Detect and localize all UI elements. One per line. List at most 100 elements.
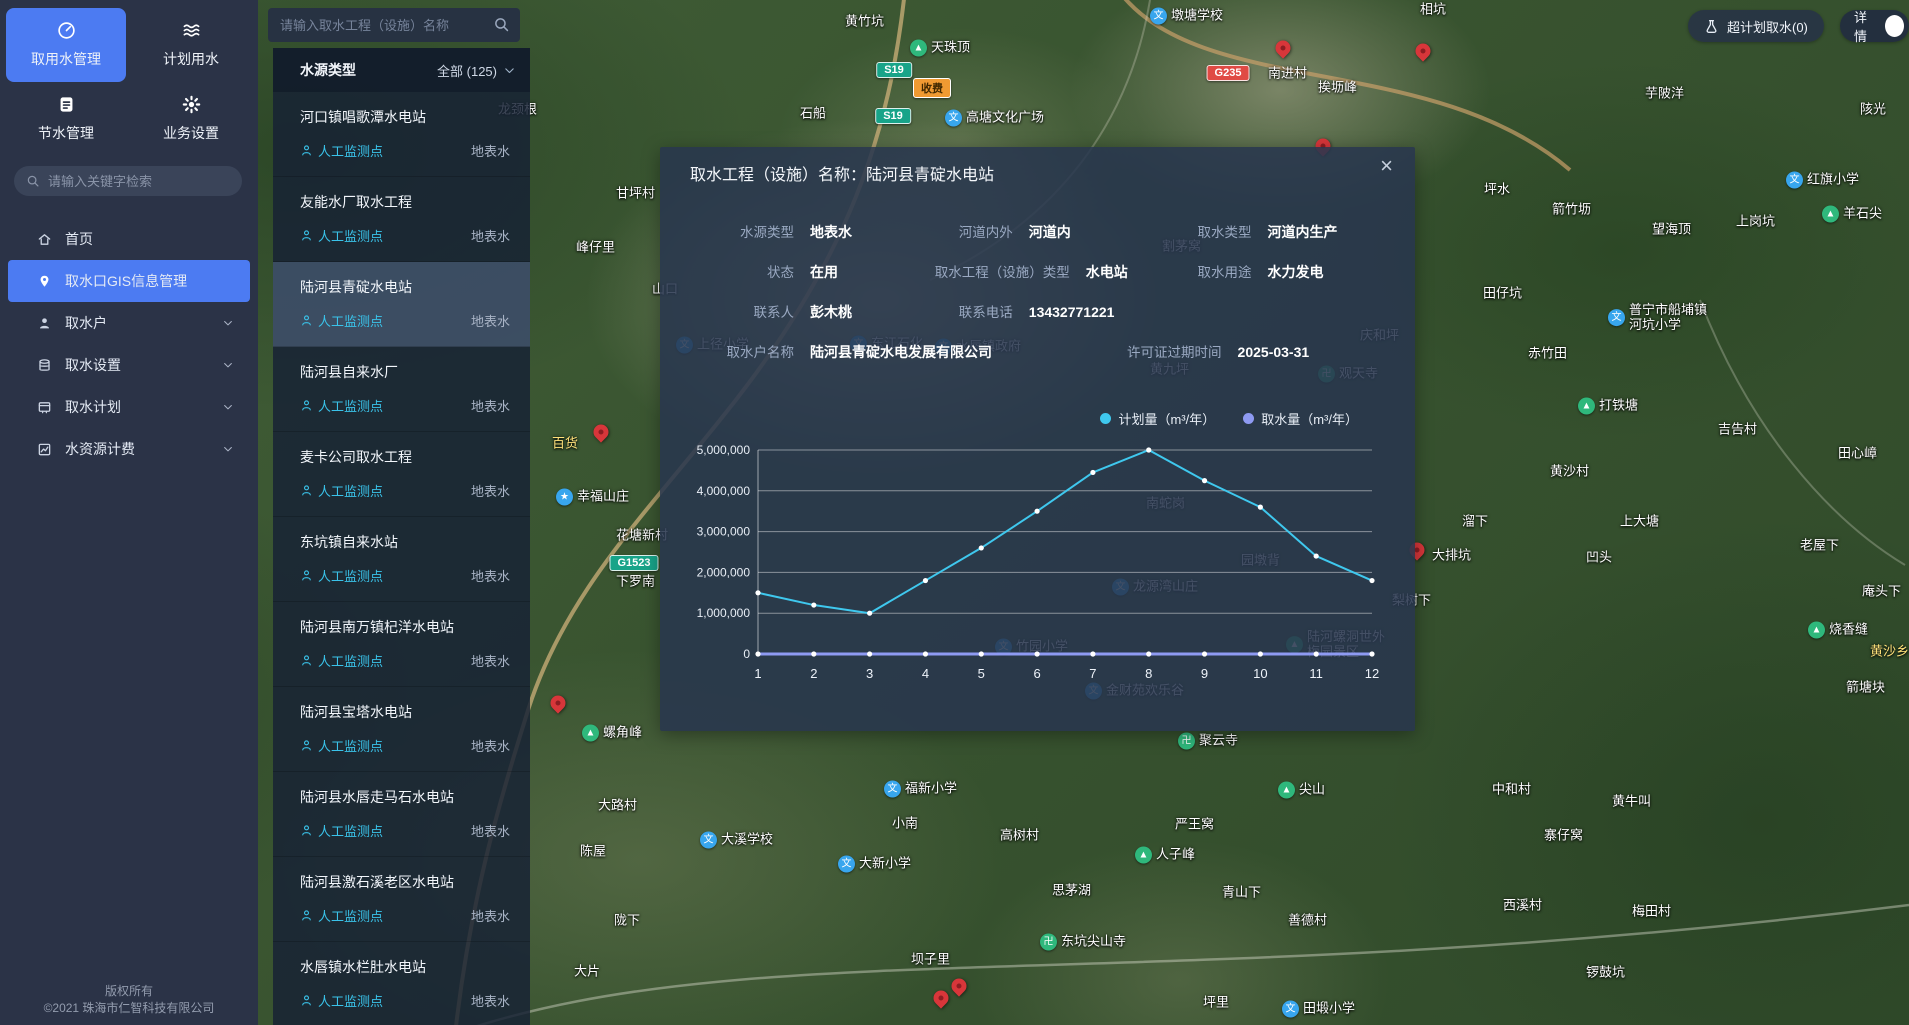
monitor-type-label: 人工监测点 [318, 821, 383, 840]
map-label: 坪水 [1484, 183, 1510, 198]
map-label: 高树村 [1000, 829, 1039, 844]
map-label: 溜下 [1462, 515, 1488, 530]
facility-search-input[interactable] [268, 8, 520, 42]
map-label: 甘坪村 [616, 187, 655, 202]
close-icon[interactable]: × [1380, 155, 1393, 177]
field-value: 水电站 [1086, 262, 1128, 282]
school-pin-icon: 文 [838, 856, 855, 873]
person-icon [300, 994, 313, 1007]
person-icon [300, 314, 313, 327]
map-label: 百货 [552, 437, 578, 452]
plan-icon [36, 400, 52, 415]
module-tile-4[interactable]: 业务设置 [132, 88, 250, 150]
map-label: 西溪村 [1503, 899, 1542, 914]
map-label: ▲尖山 [1278, 782, 1325, 799]
map-label: 老屋下 [1800, 539, 1839, 554]
sidebar-item-3[interactable]: 取水户 [8, 302, 250, 344]
module-tile-1[interactable]: 取用水管理 [6, 8, 126, 82]
map-label: 望海顶 [1652, 223, 1691, 238]
sidebar-item-label: 取水计划 [65, 397, 121, 417]
sidebar-item-4[interactable]: 取水设置 [8, 344, 250, 386]
map-label: 挨坜峰 [1318, 81, 1357, 96]
map-label: 卍聚云寺 [1178, 733, 1238, 750]
monitor-type-label: 人工监测点 [318, 991, 383, 1010]
chevron-down-icon[interactable] [222, 317, 234, 329]
map-label: ▲打铁塘 [1578, 398, 1638, 415]
sidebar-item-label: 水资源计费 [65, 439, 135, 459]
map-label: 大路村 [598, 799, 637, 814]
map-label: 箭竹坜 [1552, 203, 1591, 218]
mountain-pin-icon: ▲ [1578, 398, 1595, 415]
map-label: 相坑 [1420, 3, 1446, 18]
facility-list-item[interactable]: 陆河县自来水厂人工监测点地表水 [273, 347, 530, 432]
facility-list-item[interactable]: 陆河县青碇水电站人工监测点地表水 [273, 262, 530, 347]
field-label: 河道内外 [935, 221, 1013, 241]
field-value: 彭木桃 [810, 302, 852, 322]
facility-list-item[interactable]: 陆河县激石溪老区水电站人工监测点地表水 [273, 857, 530, 942]
field-value: 2025-03-31 [1238, 344, 1310, 360]
facility-list-item[interactable]: 陆河县宝塔水电站人工监测点地表水 [273, 687, 530, 772]
person-icon [300, 229, 313, 242]
field-value: 水力发电 [1267, 262, 1323, 282]
water-source-type: 地表水 [471, 566, 514, 585]
tile-label: 节水管理 [38, 123, 94, 143]
source-type-filter-dropdown[interactable]: 全部 (125) [437, 61, 516, 80]
monitor-type-label: 人工监测点 [318, 906, 383, 925]
monitor-type-label: 人工监测点 [318, 226, 383, 245]
keyword-search-input[interactable] [14, 166, 242, 196]
map-label: ▲羊石尖 [1822, 206, 1882, 223]
legend-item[interactable]: 取水量（m³/年） [1243, 409, 1358, 428]
field-label: 取水工程（设施）类型 [935, 261, 1070, 281]
svg-text:5,000,000: 5,000,000 [697, 443, 751, 457]
water-source-type: 地表水 [471, 481, 514, 500]
detail-toggle[interactable]: 详情 [1840, 10, 1909, 42]
waves-icon [182, 21, 201, 40]
road-badge: 收费 [913, 78, 951, 98]
facility-list-item[interactable]: 河口镇唱歌潭水电站人工监测点地表水 [273, 92, 530, 177]
svg-text:7: 7 [1089, 666, 1096, 681]
water-source-type: 地表水 [471, 736, 514, 755]
facility-list-item[interactable]: 陆河县南万镇杞洋水电站人工监测点地表水 [273, 602, 530, 687]
school-pin-icon: 文 [1608, 310, 1625, 327]
temple-pin-icon: 卍 [1178, 733, 1195, 750]
database-icon [36, 358, 52, 373]
tile-label: 取用水管理 [31, 49, 101, 69]
facility-list-item[interactable]: 东坑镇自来水站人工监测点地表水 [273, 517, 530, 602]
sidebar-item-5[interactable]: 取水计划 [8, 386, 250, 428]
facility-name: 陆河县南万镇杞洋水电站 [300, 617, 514, 637]
app-root: 黄竹坑▲天珠顶文墩塘学校相坑南进村挨坜峰芋陂洋陔光石船文高塘文化广场龙颈根甘坪村… [0, 0, 1909, 1025]
detail-field: 许可证过期时间2025-03-31 [1127, 341, 1379, 361]
module-tile-3[interactable]: 节水管理 [6, 88, 126, 150]
svg-text:5: 5 [978, 666, 985, 681]
svg-text:8: 8 [1145, 666, 1152, 681]
chevron-down-icon[interactable] [222, 359, 234, 371]
over-plan-intake-button[interactable]: 超计划取水(0) [1688, 10, 1824, 42]
sidebar-item-6[interactable]: 水资源计费 [8, 428, 250, 470]
chevron-down-icon[interactable] [222, 443, 234, 455]
detail-row: 取水户名称陆河县青碇水电发展有限公司许可证过期时间2025-03-31 [716, 331, 1379, 371]
sidebar-item-2[interactable]: 取水口GIS信息管理 [8, 260, 250, 302]
detail-field: 水源类型地表水 [716, 221, 935, 242]
module-tile-2[interactable]: 计划用水 [132, 8, 250, 82]
sidebar-item-1[interactable]: 首页 [8, 218, 250, 260]
legend-label: 计划量（m³/年） [1118, 409, 1215, 428]
facility-list-item[interactable]: 友能水厂取水工程人工监测点地表水 [273, 177, 530, 262]
map-label: 梅田村 [1632, 905, 1671, 920]
facility-list-item[interactable]: 水唇镇水栏肚水电站人工监测点地表水 [273, 942, 530, 1025]
map-label: 文大新小学 [838, 856, 911, 873]
copyright-line1: 版权所有 [0, 983, 258, 1000]
field-label: 联系人 [716, 301, 794, 321]
map-label: ★幸福山庄 [556, 489, 629, 506]
search-icon[interactable] [493, 16, 510, 33]
legend-item[interactable]: 计划量（m³/年） [1100, 409, 1215, 428]
detail-field: 取水户名称陆河县青碇水电发展有限公司 [716, 341, 1127, 362]
facility-list-item[interactable]: 陆河县水唇走马石水电站人工监测点地表水 [273, 772, 530, 857]
gear-icon [182, 95, 201, 114]
facility-list-item[interactable]: 麦卡公司取水工程人工监测点地表水 [273, 432, 530, 517]
toggle-knob-icon[interactable] [1885, 15, 1904, 37]
chevron-down-icon[interactable] [222, 401, 234, 413]
detail-field: 河道内外河道内 [935, 221, 1174, 242]
home-icon [36, 232, 52, 247]
road-badge: G235 [1207, 65, 1250, 81]
copyright-line2: ©2021 珠海市仁智科技有限公司 [0, 1000, 258, 1017]
